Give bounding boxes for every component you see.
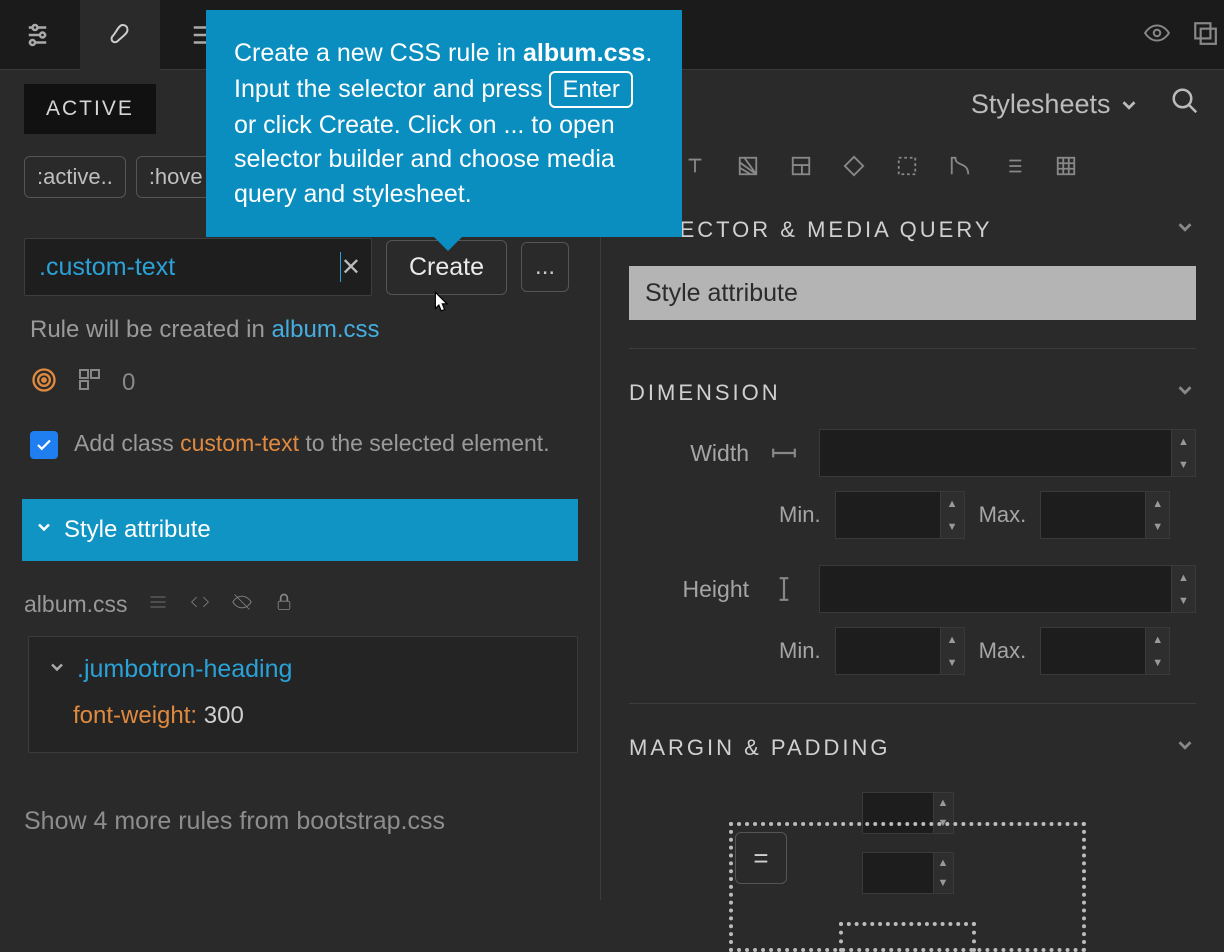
stylesheet-link[interactable]: album.css: [271, 316, 379, 343]
style-attribute-bar[interactable]: Style attribute: [22, 499, 578, 561]
chevron-down-icon: [1174, 216, 1196, 244]
height-min-input[interactable]: ▲▼: [835, 627, 965, 675]
add-class-checkbox[interactable]: [30, 431, 58, 459]
height-label: Height: [659, 576, 749, 603]
selector-text: .custom-text: [39, 253, 339, 282]
chevron-down-icon: [1174, 379, 1196, 407]
height-input[interactable]: ▲▼: [819, 565, 1196, 613]
layout-icon[interactable]: [776, 146, 826, 186]
rule-selector: .jumbotron-heading: [77, 655, 292, 684]
rule-count: 0: [122, 369, 135, 397]
box-model: ▲▼ = ▲▼: [699, 792, 1116, 952]
pseudo-hover[interactable]: :hove: [136, 156, 216, 198]
grid-icon[interactable]: [1041, 146, 1091, 186]
chevron-down-icon: [34, 516, 54, 544]
add-class-label: Add class custom-text to the selected el…: [74, 427, 550, 459]
create-rule-tooltip: Create a new CSS rule in album.css. Inpu…: [206, 10, 682, 237]
code-icon[interactable]: [188, 591, 212, 618]
section-selector-media[interactable]: SELECTOR & MEDIA QUERY: [629, 216, 1196, 244]
style-category-icons: [601, 138, 1224, 186]
search-icon[interactable]: [1170, 86, 1200, 123]
width-max-label: Max.: [979, 502, 1027, 528]
background-icon[interactable]: [723, 146, 773, 186]
top-right-icons: [1142, 0, 1218, 70]
height-icon: [769, 576, 799, 602]
clear-icon[interactable]: ✕: [341, 253, 361, 282]
file-name[interactable]: album.css: [24, 591, 128, 618]
eye-icon[interactable]: [1142, 20, 1172, 51]
stylesheets-dropdown[interactable]: Stylesheets: [971, 89, 1140, 120]
width-min-input[interactable]: ▲▼: [835, 491, 965, 539]
selector-current[interactable]: Style attribute: [629, 266, 1196, 320]
tab-active[interactable]: ACTIVE: [24, 84, 156, 134]
curve-icon[interactable]: [935, 146, 985, 186]
maximize-icon[interactable]: [1192, 20, 1218, 51]
helper-text: Rule will be created in album.css: [0, 296, 600, 344]
width-label: Width: [659, 440, 749, 467]
width-min-label: Min.: [779, 502, 821, 528]
brush-icon[interactable]: [80, 0, 160, 70]
link-values-button[interactable]: =: [735, 832, 787, 884]
diamond-icon[interactable]: [829, 146, 879, 186]
chevron-down-icon[interactable]: [47, 655, 67, 684]
height-max-label: Max.: [979, 638, 1027, 664]
section-dimension[interactable]: DIMENSION: [629, 379, 1196, 407]
layout-grid-icon[interactable]: [76, 368, 104, 397]
right-panel: Stylesheets SELECTOR & MEDIA QUERY Style…: [600, 70, 1224, 900]
rule-property[interactable]: font-weight: 300: [73, 702, 559, 730]
pseudo-active[interactable]: :active..: [24, 156, 126, 198]
width-input[interactable]: ▲▼: [819, 429, 1196, 477]
transform-icon[interactable]: [882, 146, 932, 186]
lines-icon[interactable]: [146, 591, 170, 618]
selector-input[interactable]: .custom-text ✕: [24, 238, 372, 296]
target-icon[interactable]: [30, 366, 58, 399]
padding-top-input[interactable]: ▲▼: [862, 852, 954, 894]
width-max-input[interactable]: ▲▼: [1040, 491, 1170, 539]
cursor-pointer-icon: [426, 290, 454, 325]
meta-row: 0: [0, 344, 600, 399]
section-margin-padding[interactable]: MARGIN & PADDING: [629, 734, 1196, 762]
lock-icon[interactable]: [272, 591, 296, 618]
settings-icon[interactable]: [0, 0, 80, 70]
height-max-input[interactable]: ▲▼: [1040, 627, 1170, 675]
eye-off-icon[interactable]: [230, 591, 254, 618]
enter-key: Enter: [549, 71, 632, 108]
list-icon[interactable]: [988, 146, 1038, 186]
show-more-rules[interactable]: Show 4 more rules from bootstrap.css: [0, 753, 600, 836]
chevron-down-icon: [1174, 734, 1196, 762]
width-icon: [769, 445, 799, 461]
selector-builder-button[interactable]: ...: [521, 242, 569, 292]
rule-card[interactable]: .jumbotron-heading font-weight: 300: [28, 636, 578, 753]
height-min-label: Min.: [779, 638, 821, 664]
file-row: album.css: [0, 561, 600, 618]
